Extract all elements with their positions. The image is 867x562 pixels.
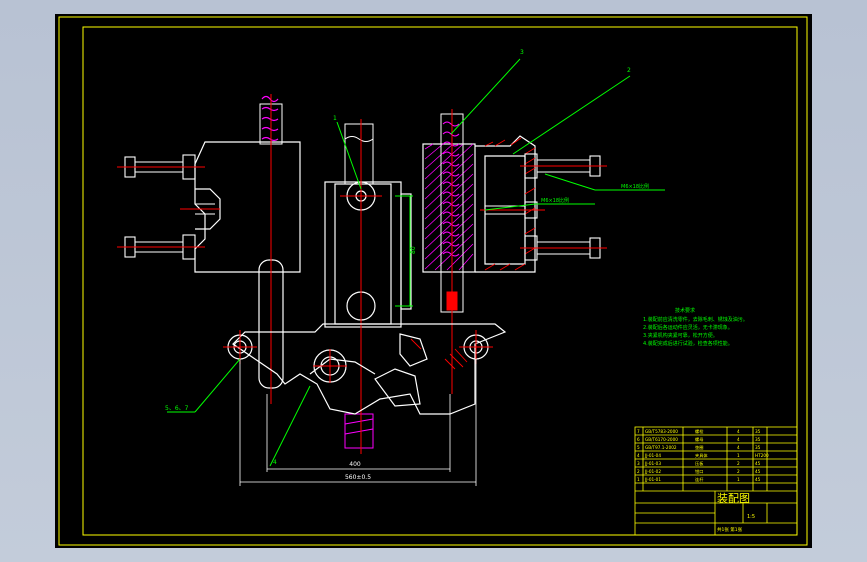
parts-row-1-mat: 45: [755, 477, 761, 482]
parts-row-2-code: JJ-01-02: [644, 469, 661, 474]
right-bolt-centerlines: [480, 165, 607, 249]
right-bolts: [485, 153, 601, 261]
callout-bolt-text: M6×18比例: [621, 183, 649, 190]
parts-row-2-name: 钳口: [695, 468, 703, 475]
parts-row-4-mat: HT200: [755, 453, 769, 458]
center-rod-hatch: [344, 123, 374, 449]
assembly-drawing: 80 400 560±0.5 3 2 1 5、6、7 4 M6×18比例 M6×…: [58, 16, 808, 546]
parts-row-2-qty: 2: [737, 469, 740, 474]
parts-row-7-mat: 35: [755, 429, 761, 434]
dim-inner-text: 400: [349, 461, 361, 468]
drawing-canvas[interactable]: 80 400 560±0.5 3 2 1 5、6、7 4 M6×18比例 M6×…: [55, 14, 812, 548]
parts-row-4-code: JJ-01-04: [644, 453, 661, 458]
base-hatch: [410, 338, 468, 370]
balloon-567: 5、6、7: [165, 405, 189, 412]
parts-row-6-mat: 35: [755, 437, 761, 442]
parts-row-7-qty: 4: [737, 429, 740, 434]
parts-row-3-no: 3: [637, 461, 640, 466]
technical-requirements: 技术要求 1.装配前应清洗零件，去除毛刺、锈蚀及油污。 2.装配后各运动件应灵活…: [643, 307, 748, 347]
callout-screw-text: M6×18比例: [541, 197, 569, 204]
parts-row-2-mat: 45: [755, 469, 761, 474]
parts-row-5-no: 5: [637, 445, 640, 450]
parts-row-5-code: GB/T97.1-2002: [645, 445, 677, 450]
vertical-dimension-text: 80: [410, 246, 417, 254]
parts-row-7-no: 7: [637, 429, 640, 434]
parts-row-1-code: JJ-01-01: [644, 477, 661, 482]
parts-row-1-qty: 1: [737, 477, 740, 482]
parts-row-4-no: 4: [637, 453, 640, 458]
parts-row-6-no: 6: [637, 437, 640, 442]
parts-row-4-name: 夹具体: [695, 452, 708, 459]
drawing-sheet: 共1张 第1张: [717, 526, 743, 533]
tech-line-3: 3.夹紧机构夹紧可靠，松开方便。: [643, 332, 718, 339]
parts-row-4-qty: 1: [737, 453, 740, 458]
right-clamp-body: [422, 135, 536, 273]
parts-row-3-qty: 2: [737, 461, 740, 466]
dim-overall-text: 560±0.5: [345, 474, 371, 481]
parts-row-3-code: JJ-01-03: [644, 461, 661, 466]
parts-row-6-code: GB/T6170-2000: [645, 437, 678, 442]
right-jaw-hatch: [484, 137, 536, 271]
tech-line-2: 2.装配后各运动件应灵活，无卡滞现象。: [643, 324, 733, 331]
tech-line-1: 1.装配前应清洗零件，去除毛刺、锈蚀及油污。: [643, 316, 748, 323]
base-body: [227, 323, 507, 415]
parts-row-3-name: 压板: [695, 460, 704, 467]
parts-row-2-no: 2: [637, 469, 640, 474]
parts-row-6-qty: 4: [737, 437, 740, 442]
balloon-4: 4: [273, 459, 277, 466]
left-clamp-block: [194, 141, 301, 273]
parts-row-5-name: 垫圈: [695, 444, 703, 451]
center-link: [324, 181, 412, 328]
parts-row-1-no: 1: [637, 477, 640, 482]
tech-title: 技术要求: [675, 307, 695, 314]
parts-row-3-mat: 45: [755, 461, 761, 466]
balloon-1: 1: [333, 115, 337, 122]
drawing-scale: 1:5: [747, 514, 755, 520]
parts-row-7-code: GB/T5783-2000: [645, 429, 678, 434]
balloon-2: 2: [627, 67, 631, 74]
parts-row-5-mat: 35: [755, 445, 761, 450]
tech-line-4: 4.装配完成后进行试验，检查各项性能。: [643, 340, 733, 347]
parts-row-5-qty: 4: [737, 445, 740, 450]
parts-row-7-name: 螺栓: [695, 428, 704, 435]
parts-row-6-name: 螺母: [695, 436, 703, 443]
parts-row-1-name: 连杆: [695, 476, 704, 483]
cad-viewport[interactable]: 80 400 560±0.5 3 2 1 5、6、7 4 M6×18比例 M6×…: [0, 0, 867, 562]
balloon-3: 3: [520, 49, 524, 56]
drawing-title: 装配图: [717, 492, 750, 505]
left-bolts: [124, 154, 215, 260]
